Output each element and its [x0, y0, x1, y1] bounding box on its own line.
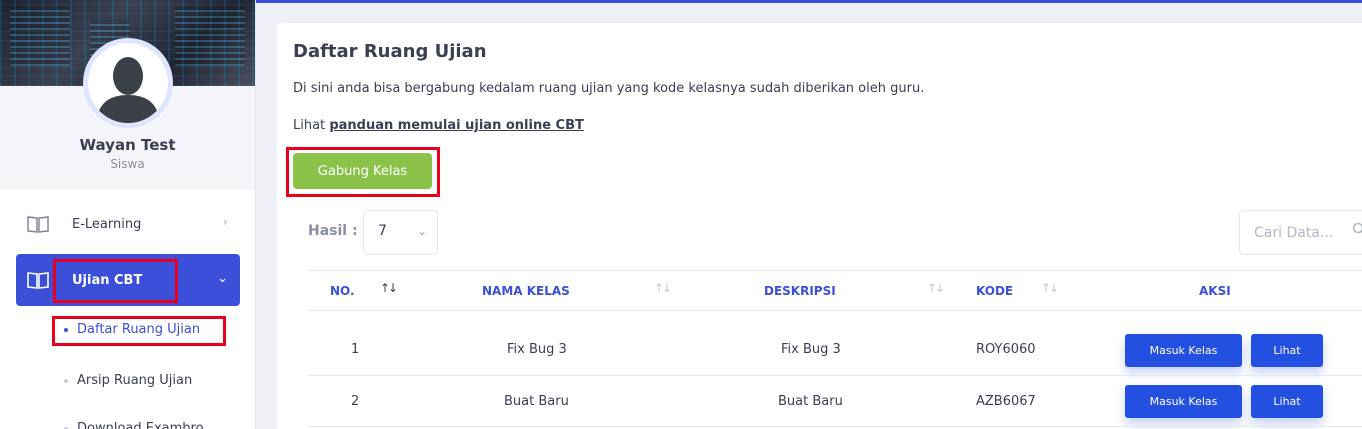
column-header-deskripsi[interactable]: DESKRIPSI — [764, 284, 836, 298]
column-header-kode[interactable]: KODE — [976, 284, 1013, 298]
cell-no: 2 — [351, 394, 360, 409]
bullet-dot — [64, 378, 68, 383]
page-title: Daftar Ruang Ujian — [293, 41, 487, 62]
search-icon[interactable] — [1352, 222, 1362, 236]
guide-link[interactable]: panduan memulai ujian online CBT — [329, 118, 584, 133]
sort-icon[interactable]: ↑↓ — [1041, 281, 1059, 295]
sidebar-item-e-learning[interactable]: E-Learning › — [16, 198, 240, 250]
guide-line: Lihat panduan memulai ujian online CBT — [293, 118, 584, 133]
enter-class-button[interactable]: Masuk Kelas — [1125, 385, 1242, 418]
column-header-no[interactable]: NO. — [330, 284, 355, 298]
row-divider — [308, 426, 1362, 427]
page-description: Di sini anda bisa bergabung kedalam ruan… — [293, 81, 925, 96]
join-class-button[interactable]: Gabung Kelas — [293, 153, 432, 189]
sort-icon[interactable]: ↑↓ — [927, 281, 945, 295]
table-divider — [308, 270, 1362, 271]
table-divider — [308, 310, 1362, 311]
chevron-right-icon: › — [222, 215, 228, 230]
book-icon — [27, 272, 49, 289]
user-name: Wayan Test — [79, 136, 176, 154]
cell-no: 1 — [351, 342, 360, 357]
profile-panel: Wayan Test Siswa — [0, 0, 255, 190]
sort-icon[interactable]: ↑↓ — [380, 281, 398, 295]
cell-deskripsi: Buat Baru — [778, 394, 843, 409]
search-input[interactable] — [1239, 210, 1362, 255]
user-role: Siswa — [110, 157, 145, 171]
bullet-dot — [64, 327, 68, 332]
chevron-down-icon: ⌄ — [217, 271, 228, 286]
chevron-down-icon: ⌄ — [416, 224, 427, 238]
cell-kode: AZB6067 — [976, 394, 1036, 409]
row-divider — [308, 375, 1362, 376]
results-label: Hasil : — [308, 223, 358, 239]
sidebar-item-ujian-cbt[interactable]: Ujian CBT ⌄ — [16, 254, 240, 306]
sidebar: Wayan Test Siswa E-Learning › Ujian CBT … — [0, 0, 256, 429]
sidebar-item-label: E-Learning — [72, 216, 142, 232]
column-header-aksi: AKSI — [1199, 284, 1231, 298]
user-silhouette-icon — [96, 57, 160, 123]
cell-nama-kelas: Fix Bug 3 — [507, 342, 567, 357]
sidebar-subitem-download-exambro[interactable]: Download Exambro — [64, 421, 204, 429]
sidebar-subitem-arsip-ruang-ujian[interactable]: Arsip Ruang Ujian — [64, 373, 192, 388]
book-icon — [27, 216, 49, 233]
view-button[interactable]: Lihat — [1251, 385, 1323, 418]
enter-class-button[interactable]: Masuk Kelas — [1125, 334, 1242, 367]
sort-icon[interactable]: ↑↓ — [654, 281, 672, 295]
cell-deskripsi: Fix Bug 3 — [781, 342, 841, 357]
cell-kode: ROY6060 — [976, 342, 1036, 357]
avatar — [83, 38, 173, 128]
column-header-nama-kelas[interactable]: NAMA KELAS — [482, 284, 570, 298]
sidebar-subitem-daftar-ruang-ujian[interactable]: Daftar Ruang Ujian — [64, 322, 200, 337]
cell-nama-kelas: Buat Baru — [504, 394, 569, 409]
view-button[interactable]: Lihat — [1251, 334, 1323, 367]
sidebar-item-label: Ujian CBT — [72, 272, 143, 288]
results-per-page-select[interactable]: 7 ⌄ — [363, 210, 438, 255]
